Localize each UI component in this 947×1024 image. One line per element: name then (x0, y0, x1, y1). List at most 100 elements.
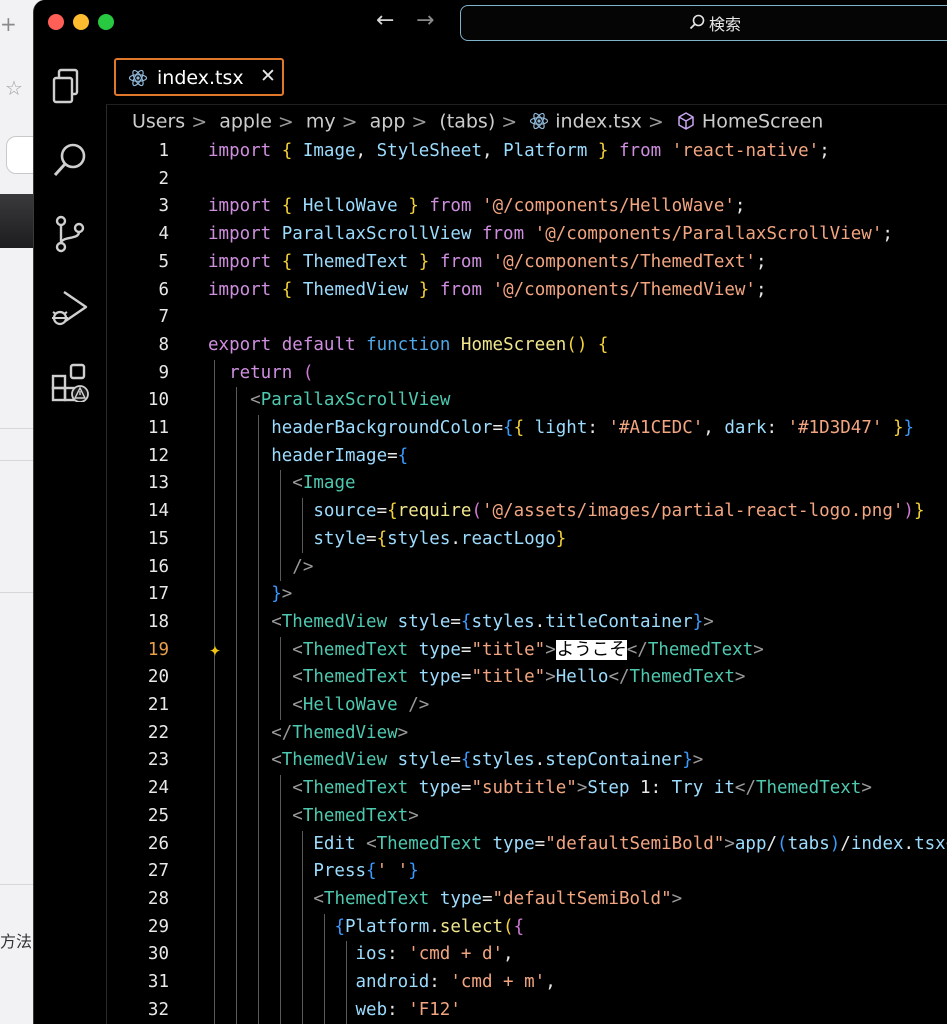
cube-symbol-icon (676, 111, 696, 133)
code-line[interactable]: 32 web: 'F12' (106, 997, 947, 1024)
line-number: 15 (147, 528, 169, 549)
code-editor[interactable]: 1 import { Image, StyleSheet, Platform } … (106, 138, 947, 1024)
code-line[interactable]: 22 </ThemedView> (106, 720, 947, 748)
code-text: import { HelloWave } from '@/components/… (208, 196, 746, 217)
line-number: 2 (158, 168, 169, 189)
code-line[interactable]: 15 style={styles.reactLogo} (106, 526, 947, 554)
line-number: 8 (158, 334, 169, 355)
breadcrumb-item[interactable]: (tabs) (439, 111, 495, 133)
code-text: headerImage={ (271, 445, 409, 466)
code-line[interactable]: 11 headerBackgroundColor={{ light: '#A1C… (106, 415, 947, 443)
indent-guide (301, 498, 303, 554)
close-window-button[interactable] (48, 14, 64, 30)
react-icon (529, 111, 549, 133)
code-text: web: 'F12' (355, 999, 461, 1020)
run-debug-icon[interactable] (50, 288, 90, 328)
code-line[interactable]: 14 source={require('@/assets/images/part… (106, 498, 947, 526)
breadcrumb-item[interactable]: app (370, 111, 406, 133)
line-number: 7 (158, 307, 169, 328)
code-text: <ThemedText type="subtitle">Step 1: Try … (292, 778, 872, 799)
code-line[interactable]: 31 android: 'cmd + m', (106, 969, 947, 997)
vscode-window: ← → 検索 index.tsx ✕ Users > apple > my > … (33, 0, 947, 1024)
code-line[interactable]: 6 import { ThemedView } from '@/component… (106, 277, 947, 305)
indent-guide (323, 913, 325, 1024)
close-icon[interactable]: ✕ (260, 65, 276, 87)
tab-index-tsx[interactable]: index.tsx ✕ (114, 58, 284, 96)
line-number: 1 (158, 141, 169, 161)
indent-guide (301, 830, 303, 1024)
line-number: 31 (147, 972, 169, 992)
breadcrumb-item[interactable]: index.tsx (555, 111, 642, 133)
code-text: {Platform.select({ (334, 916, 525, 937)
code-line[interactable]: 7 (106, 304, 947, 332)
code-line[interactable]: 23 <ThemedView style={styles.stepContain… (106, 747, 947, 775)
code-line[interactable]: 28 <ThemedText type="defaultSemiBold"> (106, 886, 947, 914)
code-line[interactable]: 4 import ParallaxScrollView from '@/compo… (106, 221, 947, 249)
code-line[interactable]: 13 <Image (106, 470, 947, 498)
code-line[interactable]: 3 import { HelloWave } from '@/components… (106, 193, 947, 221)
bookmark-star-icon[interactable]: ☆ (5, 76, 23, 100)
line-number: 28 (147, 888, 169, 909)
line-number: 10 (147, 390, 169, 411)
tab-label: index.tsx (157, 67, 244, 89)
code-line[interactable]: 5 import { ThemedText } from '@/component… (106, 249, 947, 277)
code-line[interactable]: 25 <ThemedText> (106, 803, 947, 831)
code-line[interactable]: 2 (106, 166, 947, 194)
zoom-window-button[interactable] (98, 14, 114, 30)
breadcrumb-item[interactable]: apple (219, 111, 272, 133)
line-number: 26 (147, 833, 169, 854)
code-line[interactable]: 21 <HelloWave /> (106, 692, 947, 720)
code-line[interactable]: 17 }> (106, 581, 947, 609)
search-icon (689, 14, 705, 34)
code-text: Press{' '} (313, 861, 419, 882)
code-line[interactable]: 24 <ThemedText type="subtitle">Step 1: T… (106, 775, 947, 803)
code-line[interactable]: 26 Edit <ThemedText type="defaultSemiBol… (106, 831, 947, 859)
code-line[interactable]: 30 ios: 'cmd + d', (106, 941, 947, 969)
command-center-search[interactable]: 検索 (460, 5, 947, 41)
code-text: <ParallaxScrollView (250, 390, 451, 411)
breadcrumb-item[interactable]: my (306, 111, 336, 133)
code-line[interactable]: 16 /> (106, 554, 947, 582)
minimize-window-button[interactable] (73, 14, 89, 30)
code-text: <HelloWave /> (292, 695, 430, 715)
back-arrow-icon[interactable]: ← (376, 8, 394, 33)
indent-guide (279, 636, 281, 720)
line-number: 21 (147, 695, 169, 715)
code-line[interactable]: 27 Press{' '} (106, 858, 947, 886)
code-text: </ThemedView> (271, 722, 409, 743)
code-line[interactable]: 8 export default function HomeScreen() { (106, 332, 947, 360)
breadcrumb: Users > apple > my > app > (tabs) > index.tsx… (132, 110, 824, 133)
line-number: 17 (147, 584, 169, 605)
code-line[interactable]: 29 {Platform.select({ (106, 914, 947, 942)
code-line[interactable]: 9 return ( (106, 360, 947, 388)
breadcrumb-item[interactable]: HomeScreen (702, 111, 823, 133)
code-line[interactable]: 1 import { Image, StyleSheet, Platform } … (106, 138, 947, 166)
code-line[interactable]: 18 <ThemedView style={styles.titleContai… (106, 609, 947, 637)
code-text: ios: 'cmd + d', (355, 944, 514, 965)
source-control-icon[interactable] (50, 214, 90, 254)
title-bar: ← → 検索 (34, 0, 947, 46)
code-text: }> (271, 584, 293, 605)
code-text: import ParallaxScrollView from '@/compon… (208, 224, 893, 245)
code-line[interactable]: 12 headerImage={ (106, 443, 947, 471)
line-number: 14 (147, 501, 169, 522)
code-text: import { Image, StyleSheet, Platform } f… (208, 141, 830, 161)
line-number: 30 (147, 944, 169, 965)
line-number: 4 (158, 224, 169, 245)
search-icon[interactable] (50, 140, 90, 180)
code-text: headerBackgroundColor={{ light: '#A1CEDC… (271, 418, 915, 438)
line-number: 19 (147, 639, 169, 660)
forward-arrow-icon[interactable]: → (416, 8, 434, 33)
sparkle-icon[interactable]: ✦ (209, 637, 221, 661)
code-line[interactable]: 20 <ThemedText type="title">Hello</Theme… (106, 664, 947, 692)
code-text: export default function HomeScreen() { (208, 334, 609, 355)
breadcrumb-item[interactable]: Users (132, 111, 185, 133)
indent-guide (213, 359, 215, 1024)
explorer-icon[interactable] (50, 66, 90, 106)
code-line[interactable]: 19 <ThemedText type="title">ようこそ</Themed… (106, 637, 947, 665)
code-text: <ThemedText> (292, 805, 419, 826)
code-line[interactable]: 10 <ParallaxScrollView (106, 387, 947, 415)
extensions-icon[interactable] (50, 362, 90, 403)
code-text: <ThemedView style={styles.stepContainer}… (271, 750, 704, 771)
new-tab-icon[interactable]: + (0, 12, 17, 36)
